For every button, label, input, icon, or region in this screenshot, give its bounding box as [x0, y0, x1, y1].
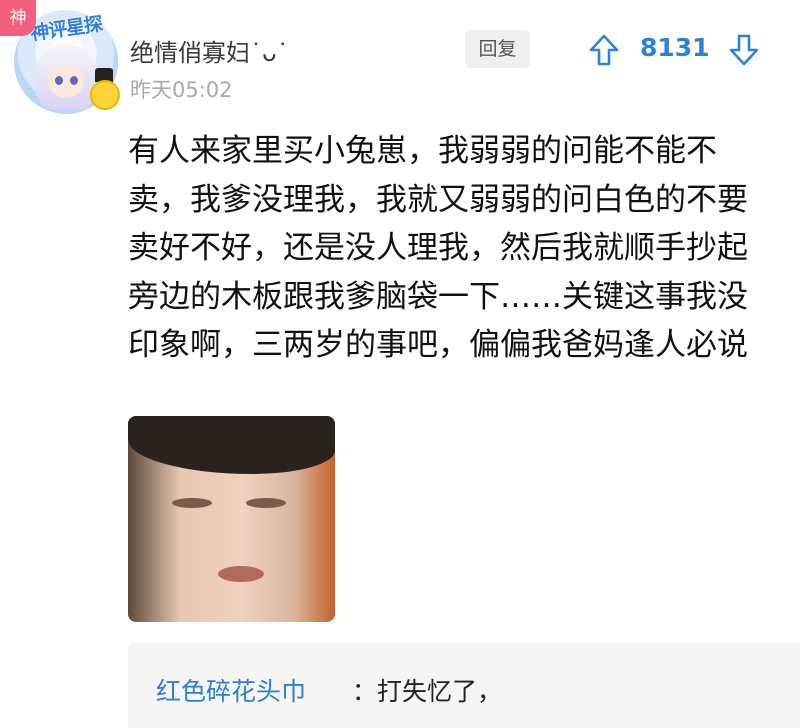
- comment-body: 有人来家里买小兔崽，我弱弱的问能不能不卖，我爹没理我，我就又弱弱的问白色的不要卖…: [128, 133, 748, 363]
- user-avatar[interactable]: 神评星探 神: [0, 0, 128, 120]
- reply-preview[interactable]: 红色碎花头巾 ：打失忆了，: [128, 642, 800, 728]
- timestamp: 昨天05:02: [130, 78, 233, 102]
- downvote-icon[interactable]: [728, 33, 760, 67]
- reply-button[interactable]: 回复: [465, 30, 530, 68]
- image-hair: [128, 416, 335, 474]
- reply-username[interactable]: 红色碎花头巾: [156, 672, 306, 708]
- avatar-face: [48, 64, 84, 98]
- upvote-icon[interactable]: [588, 33, 620, 67]
- reply-text: ：打失忆了，: [352, 672, 502, 708]
- reply-separator: ：: [352, 677, 378, 706]
- vote-count: 8131: [640, 33, 710, 62]
- avatar-eye: [55, 76, 63, 85]
- image-eye: [246, 498, 286, 508]
- reply-content: 打失忆了，: [377, 677, 503, 706]
- avatar-eye: [70, 76, 78, 85]
- username[interactable]: 绝情俏寡妇˙ᴗ˙: [130, 33, 289, 68]
- reaction-image[interactable]: [128, 416, 335, 622]
- image-mouth: [218, 566, 264, 582]
- god-comment-badge: 神: [0, 0, 36, 36]
- mascot-icon: [90, 80, 120, 110]
- image-eye: [172, 498, 212, 508]
